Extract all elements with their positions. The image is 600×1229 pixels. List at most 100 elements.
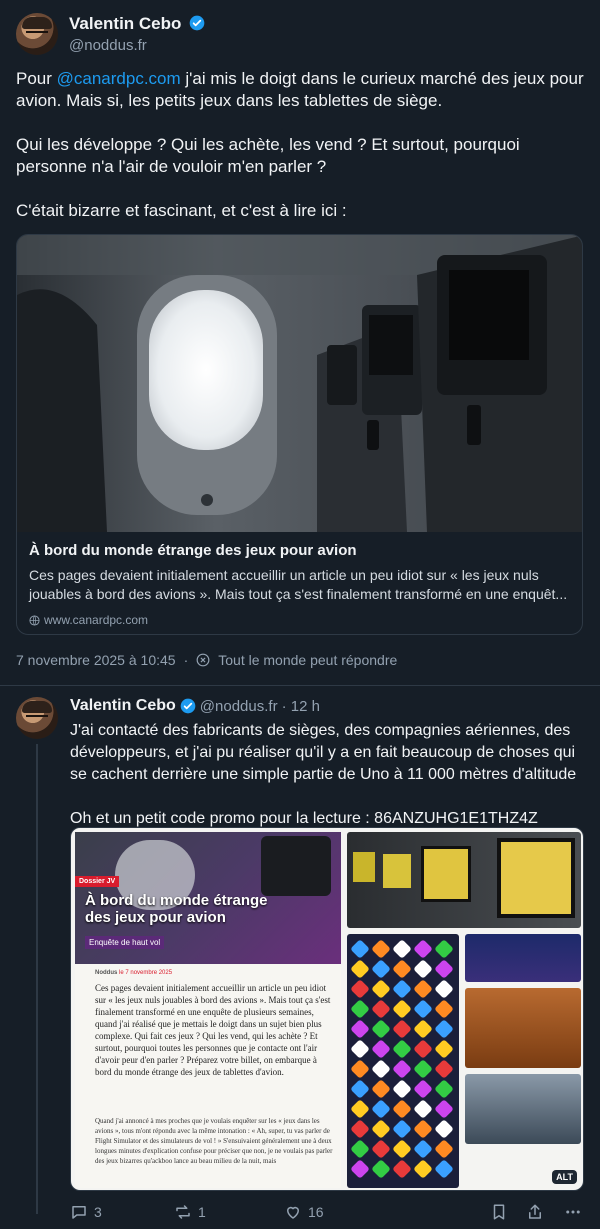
- gem-tile: [414, 940, 432, 958]
- gem-tile: [351, 1080, 369, 1098]
- reply-author-handle[interactable]: @noddus.fr: [200, 698, 278, 715]
- airplane-cabin-image: [17, 235, 582, 532]
- gem-tile: [393, 1120, 411, 1138]
- thread-line: [36, 744, 38, 1214]
- author-name-row[interactable]: Valentin Cebo: [69, 14, 205, 34]
- verified-badge-icon: [189, 15, 205, 31]
- article-lead: Ces pages devaient initialement accueill…: [95, 983, 331, 1077]
- gem-tile: [372, 1160, 390, 1178]
- share-icon: [529, 1204, 541, 1219]
- post-text: Pour @canardpc.com j'ai mis le doigt dan…: [16, 69, 584, 220]
- gem-tile: [414, 1120, 432, 1138]
- gem-tile: [351, 1100, 369, 1118]
- gem-tile: [393, 940, 411, 958]
- gem-tile: [351, 1120, 369, 1138]
- gem-tile: [372, 940, 390, 958]
- bookmark-button[interactable]: [490, 1203, 526, 1221]
- reply-author-name[interactable]: Valentin Cebo: [70, 697, 176, 715]
- article-subtitle: Enquête de haut vol: [85, 936, 165, 949]
- gem-tile: [414, 1040, 432, 1058]
- gem-tile: [435, 1020, 453, 1038]
- article-page-image: Dossier JV À bord du monde étrange des j…: [75, 832, 341, 1188]
- cabin-passengers-image: [465, 1074, 581, 1144]
- author-name[interactable]: Valentin Cebo: [69, 14, 181, 33]
- reply-author-avatar[interactable]: [16, 697, 58, 739]
- gem-tile: [435, 1000, 453, 1018]
- gem-tile: [435, 1040, 453, 1058]
- gem-tile: [435, 960, 453, 978]
- gem-tile: [372, 1140, 390, 1158]
- gem-tile: [414, 1000, 432, 1018]
- gem-tile: [414, 1160, 432, 1178]
- more-options-button[interactable]: [564, 1203, 582, 1221]
- link-domain-row: www.canardpc.com: [29, 613, 570, 627]
- article-hero: Dossier JV À bord du monde étrange des j…: [75, 832, 341, 964]
- author-avatar[interactable]: [16, 13, 58, 55]
- reply-count: 3: [94, 1204, 102, 1220]
- like-button[interactable]: 16: [284, 1203, 490, 1221]
- gem-tile: [435, 1060, 453, 1078]
- gem-tile: [435, 1160, 453, 1178]
- gem-tile: [435, 1080, 453, 1098]
- reply-media-image[interactable]: Dossier JV À bord du monde étrange des j…: [70, 827, 584, 1191]
- globe-icon: [29, 614, 40, 626]
- gem-tile: [393, 1020, 411, 1038]
- link-description: Ces pages devaient initialement accueill…: [29, 567, 568, 602]
- gem-tile: [414, 1080, 432, 1098]
- article-headline-1: À bord du monde étrange: [85, 892, 268, 909]
- repost-count: 1: [198, 1204, 206, 1220]
- gem-tile: [414, 1100, 432, 1118]
- gem-tile: [393, 1060, 411, 1078]
- seatback-screens-image: [347, 832, 581, 928]
- gem-tile: [393, 980, 411, 998]
- gem-tile: [393, 960, 411, 978]
- link-domain: www.canardpc.com: [44, 613, 149, 627]
- gem-tile: [372, 1020, 390, 1038]
- reply-setting-label[interactable]: Tout le monde peut répondre: [218, 652, 397, 668]
- article-body: Quand j'ai annoncé à mes proches que je …: [95, 1117, 333, 1165]
- reply-setting-icon: [196, 653, 210, 667]
- gem-tile: [351, 1160, 369, 1178]
- post-timestamp[interactable]: 7 novembre 2025 à 10:45: [16, 652, 176, 668]
- reply-button[interactable]: 3: [70, 1203, 174, 1221]
- gem-tile: [435, 1100, 453, 1118]
- gem-tile: [372, 980, 390, 998]
- reply-actions-bar: 3 1 16: [70, 1203, 584, 1221]
- gem-tile: [351, 1040, 369, 1058]
- article-headline-2: des jeux pour avion: [85, 909, 226, 926]
- gem-tile: [372, 1060, 390, 1078]
- repost-icon: [176, 1205, 190, 1219]
- article-byline: Noddus le 7 novembre 2025: [95, 970, 173, 976]
- gem-tile: [435, 940, 453, 958]
- gem-tile: [393, 1080, 411, 1098]
- gem-tile: [435, 1120, 453, 1138]
- gem-tile: [351, 1020, 369, 1038]
- link-preview-card[interactable]: À bord du monde étrange des jeux pour av…: [16, 234, 583, 635]
- mention-link[interactable]: @canardpc.com: [57, 69, 181, 88]
- gem-tile: [414, 960, 432, 978]
- bookmark-icon: [493, 1204, 505, 1220]
- gem-tile: [372, 1080, 390, 1098]
- seat-panel-image: [465, 988, 581, 1068]
- link-title[interactable]: À bord du monde étrange des jeux pour av…: [29, 542, 570, 559]
- repost-button[interactable]: 1: [174, 1203, 284, 1221]
- gem-tile: [414, 1060, 432, 1078]
- gem-tile: [372, 1100, 390, 1118]
- reply-icon: [72, 1206, 86, 1219]
- gem-tile: [414, 1140, 432, 1158]
- gem-tile: [435, 980, 453, 998]
- author-handle[interactable]: @noddus.fr: [69, 37, 147, 54]
- gem-tile: [351, 1060, 369, 1078]
- share-button[interactable]: [526, 1203, 564, 1221]
- reply-time[interactable]: · 12 h: [282, 698, 320, 715]
- verified-badge-icon: [180, 698, 196, 714]
- alt-text-badge[interactable]: ALT: [552, 1170, 577, 1184]
- gem-tile: [414, 1020, 432, 1038]
- gem-tile: [393, 1040, 411, 1058]
- gem-tile: [372, 960, 390, 978]
- heart-icon: [287, 1206, 299, 1219]
- article-tag: Dossier JV: [75, 876, 120, 887]
- gem-puzzle-game-image: [347, 934, 459, 1188]
- gem-tile: [351, 980, 369, 998]
- gem-tile: [393, 1140, 411, 1158]
